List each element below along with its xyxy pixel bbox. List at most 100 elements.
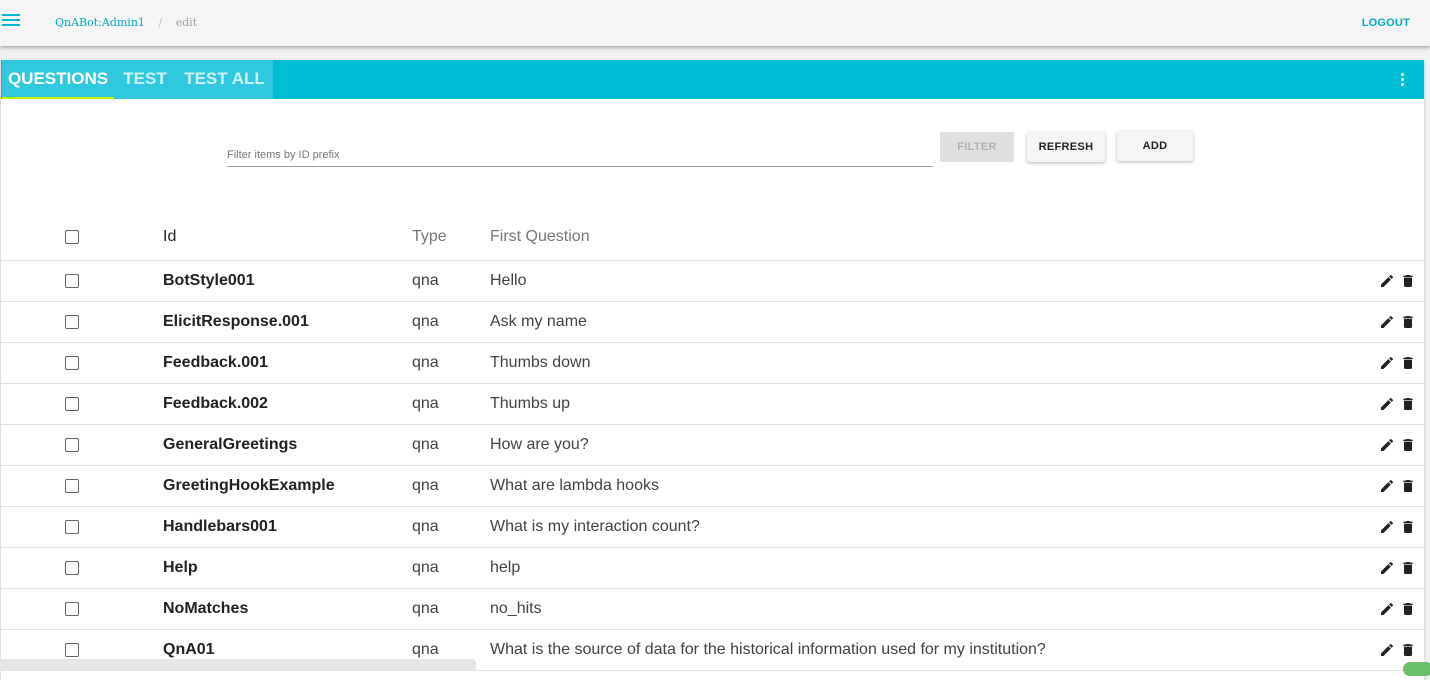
questions-card: QUESTIONS TEST TEST ALL FILTER REFRESH A… bbox=[1, 60, 1424, 680]
table-row[interactable]: Feedback.001 qna Thumbs down bbox=[1, 343, 1424, 384]
trash-icon[interactable] bbox=[1400, 478, 1416, 494]
pencil-icon[interactable] bbox=[1379, 314, 1395, 330]
row-checkbox[interactable] bbox=[65, 397, 79, 411]
row-type: qna bbox=[412, 436, 439, 453]
row-type: qna bbox=[412, 600, 439, 617]
table-header: Id Type First Question bbox=[1, 215, 1424, 261]
more-vert-icon[interactable] bbox=[1401, 73, 1405, 88]
filter-input[interactable] bbox=[227, 144, 933, 167]
row-actions bbox=[1379, 601, 1417, 617]
row-id: Feedback.002 bbox=[163, 395, 268, 412]
pencil-icon[interactable] bbox=[1379, 396, 1395, 412]
tab-questions[interactable]: QUESTIONS bbox=[2, 60, 114, 99]
row-actions bbox=[1379, 642, 1417, 658]
table-row[interactable]: GeneralGreetings qna How are you? bbox=[1, 425, 1424, 466]
logout-button[interactable]: LOGOUT bbox=[1362, 17, 1410, 29]
breadcrumb-separator: / bbox=[158, 16, 163, 29]
breadcrumb-page: edit bbox=[175, 16, 198, 29]
table-row[interactable]: Handlebars001 qna What is my interaction c… bbox=[1, 507, 1424, 548]
trash-icon[interactable] bbox=[1400, 273, 1416, 289]
row-first-question: Ask my name bbox=[490, 313, 587, 330]
breadcrumb: QnABot:Admin1 / edit bbox=[55, 16, 197, 29]
row-actions bbox=[1379, 314, 1417, 330]
column-header-first-question[interactable]: First Question bbox=[490, 215, 590, 259]
row-actions bbox=[1379, 355, 1417, 371]
table-row[interactable]: GreetingHookExample qna What are lambda ho… bbox=[1, 466, 1424, 507]
row-id: Help bbox=[163, 559, 198, 576]
row-first-question: no_hits bbox=[490, 600, 542, 617]
row-checkbox[interactable] bbox=[65, 479, 79, 493]
pencil-icon[interactable] bbox=[1379, 642, 1395, 658]
column-header-type[interactable]: Type bbox=[412, 215, 447, 259]
row-checkbox[interactable] bbox=[65, 520, 79, 534]
row-actions bbox=[1379, 273, 1417, 289]
trash-icon[interactable] bbox=[1400, 560, 1416, 576]
row-id: GeneralGreetings bbox=[163, 436, 298, 453]
pencil-icon[interactable] bbox=[1379, 355, 1395, 371]
row-actions bbox=[1379, 437, 1417, 453]
row-actions bbox=[1379, 519, 1417, 535]
row-actions bbox=[1379, 478, 1417, 494]
row-type: qna bbox=[412, 354, 439, 371]
menu-icon[interactable] bbox=[2, 14, 20, 30]
tab-bar: QUESTIONS TEST TEST ALL bbox=[1, 60, 1424, 99]
pencil-icon[interactable] bbox=[1379, 601, 1395, 617]
row-id: Feedback.001 bbox=[163, 354, 268, 371]
column-header-id[interactable]: Id bbox=[163, 215, 176, 259]
row-first-question: How are you? bbox=[490, 436, 589, 453]
row-checkbox[interactable] bbox=[65, 561, 79, 575]
row-type: qna bbox=[412, 518, 439, 535]
trash-icon[interactable] bbox=[1400, 642, 1416, 658]
top-toolbar: QnABot:Admin1 / edit LOGOUT bbox=[0, 0, 1430, 46]
row-checkbox[interactable] bbox=[65, 356, 79, 370]
table-row[interactable]: Feedback.002 qna Thumbs up bbox=[1, 384, 1424, 425]
row-actions bbox=[1379, 560, 1417, 576]
trash-icon[interactable] bbox=[1400, 519, 1416, 535]
pencil-icon[interactable] bbox=[1379, 437, 1395, 453]
row-id: NoMatches bbox=[163, 600, 249, 617]
pencil-icon[interactable] bbox=[1379, 560, 1395, 576]
pencil-icon[interactable] bbox=[1379, 273, 1395, 289]
active-tab-indicator bbox=[2, 97, 114, 99]
row-type: qna bbox=[412, 272, 439, 289]
table-row[interactable]: BotStyle001 qna Hello bbox=[1, 261, 1424, 302]
pencil-icon[interactable] bbox=[1379, 478, 1395, 494]
breadcrumb-app[interactable]: QnABot:Admin1 bbox=[55, 16, 145, 29]
row-type: qna bbox=[412, 477, 439, 494]
trash-icon[interactable] bbox=[1400, 355, 1416, 371]
trash-icon[interactable] bbox=[1400, 437, 1416, 453]
row-type: qna bbox=[412, 313, 439, 330]
filter-button[interactable]: FILTER bbox=[940, 132, 1014, 162]
row-actions bbox=[1379, 396, 1417, 412]
row-type: qna bbox=[412, 559, 439, 576]
row-first-question: Thumbs up bbox=[490, 395, 571, 412]
refresh-button[interactable]: REFRESH bbox=[1027, 132, 1105, 162]
row-checkbox[interactable] bbox=[65, 643, 79, 657]
row-id: Handlebars001 bbox=[163, 518, 277, 535]
trash-icon[interactable] bbox=[1400, 601, 1416, 617]
row-type: qna bbox=[412, 395, 439, 412]
table-row[interactable]: Help qna help bbox=[1, 548, 1424, 589]
row-checkbox[interactable] bbox=[65, 274, 79, 288]
status-bar bbox=[0, 659, 476, 671]
tab-test[interactable]: TEST bbox=[114, 60, 176, 99]
row-first-question: What is the source of data for the histo… bbox=[490, 641, 1046, 658]
table-body: BotStyle001 qna Hello ElicitResponse.001 qna… bbox=[1, 261, 1424, 671]
trash-icon[interactable] bbox=[1400, 314, 1416, 330]
add-button[interactable]: ADD bbox=[1117, 131, 1193, 161]
row-first-question: Thumbs down bbox=[490, 354, 591, 371]
select-all-checkbox[interactable] bbox=[65, 230, 79, 244]
chat-widget-button[interactable] bbox=[1403, 662, 1430, 676]
table-row[interactable]: ElicitResponse.001 qna Ask my name bbox=[1, 302, 1424, 343]
row-checkbox[interactable] bbox=[65, 602, 79, 616]
row-id: BotStyle001 bbox=[163, 272, 255, 289]
table-row[interactable]: NoMatches qna no_hits bbox=[1, 589, 1424, 630]
trash-icon[interactable] bbox=[1400, 396, 1416, 412]
row-id: GreetingHookExample bbox=[163, 477, 335, 494]
tab-test-all[interactable]: TEST ALL bbox=[176, 60, 273, 99]
row-first-question: Hello bbox=[490, 272, 527, 289]
row-checkbox[interactable] bbox=[65, 438, 79, 452]
pencil-icon[interactable] bbox=[1379, 519, 1395, 535]
row-checkbox[interactable] bbox=[65, 315, 79, 329]
row-first-question: help bbox=[490, 559, 521, 576]
